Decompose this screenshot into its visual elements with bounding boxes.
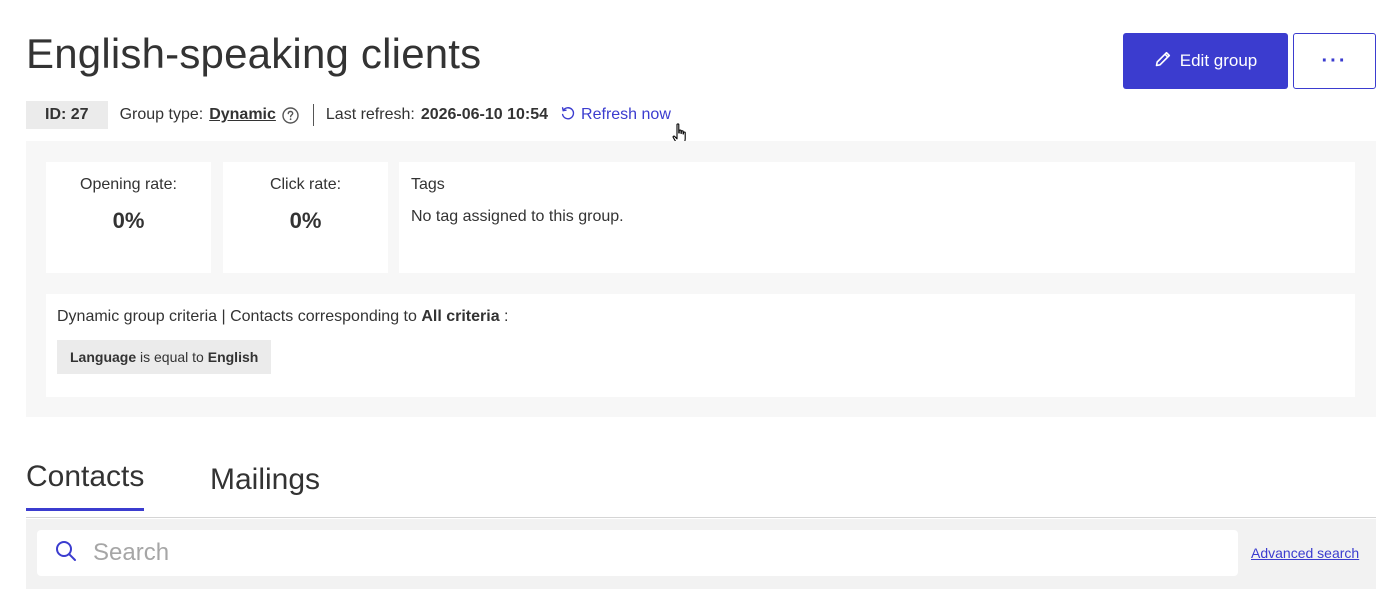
group-meta-bar: ID: 27 Group type: Dynamic Last refresh:…: [26, 101, 671, 129]
tags-card: Tags No tag assigned to this group.: [399, 162, 1355, 273]
search-icon: [37, 540, 77, 567]
group-id-badge: ID: 27: [26, 101, 108, 129]
search-bar: Advanced search: [26, 519, 1376, 589]
rule-operator: is equal to: [140, 349, 204, 365]
group-stats-panel: Opening rate: 0% Click rate: 0% Tags No …: [26, 141, 1376, 417]
group-tabs: Contacts Mailings: [26, 460, 1376, 518]
last-refresh-value: 2026-06-10 10:54: [420, 106, 549, 123]
criteria-rule-chip: Language is equal to English: [57, 340, 272, 374]
search-box: [37, 530, 1238, 576]
search-input[interactable]: [91, 538, 1195, 568]
pencil-icon: [1154, 50, 1172, 73]
tags-title: Tags: [411, 176, 445, 193]
tab-mailings[interactable]: Mailings: [210, 463, 320, 511]
click-rate-card: Click rate: 0%: [223, 162, 388, 273]
criteria-mode: All criteria: [421, 308, 500, 325]
advanced-search-link[interactable]: Advanced search: [1251, 545, 1359, 561]
rule-field: Language: [70, 349, 137, 365]
question-circle-icon[interactable]: [282, 106, 299, 124]
criteria-card: Dynamic group criteria | Contacts corres…: [46, 294, 1355, 397]
tab-contacts[interactable]: Contacts: [26, 460, 145, 511]
group-type-label: Group type:: [119, 106, 204, 123]
opening-rate-value: 0%: [112, 208, 145, 233]
opening-rate-label: Opening rate:: [80, 176, 177, 193]
edit-group-label: Edit group: [1179, 51, 1258, 70]
last-refresh-label: Last refresh:: [325, 106, 415, 123]
criteria-description: Dynamic group criteria | Contacts corres…: [57, 308, 1344, 326]
criteria-prefix: Dynamic group criteria | Contacts corres…: [57, 308, 417, 325]
refresh-now-label: Refresh now: [581, 106, 671, 123]
opening-rate-card: Opening rate: 0%: [46, 162, 211, 273]
more-options-button[interactable]: ···: [1293, 33, 1376, 89]
refresh-now-link[interactable]: Refresh now: [560, 105, 671, 126]
click-rate-label: Click rate:: [269, 176, 342, 193]
rule-value: English: [207, 349, 259, 365]
refresh-icon: [560, 105, 576, 126]
criteria-suffix: :: [504, 308, 509, 325]
edit-group-button[interactable]: Edit group: [1123, 33, 1288, 89]
page-title: English-speaking clients: [26, 30, 482, 77]
tabs-divider: [26, 517, 1376, 518]
click-rate-value: 0%: [289, 208, 322, 233]
meta-divider: [312, 104, 314, 126]
tags-empty-text: No tag assigned to this group.: [411, 208, 624, 225]
group-type-value[interactable]: Dynamic: [209, 106, 276, 124]
